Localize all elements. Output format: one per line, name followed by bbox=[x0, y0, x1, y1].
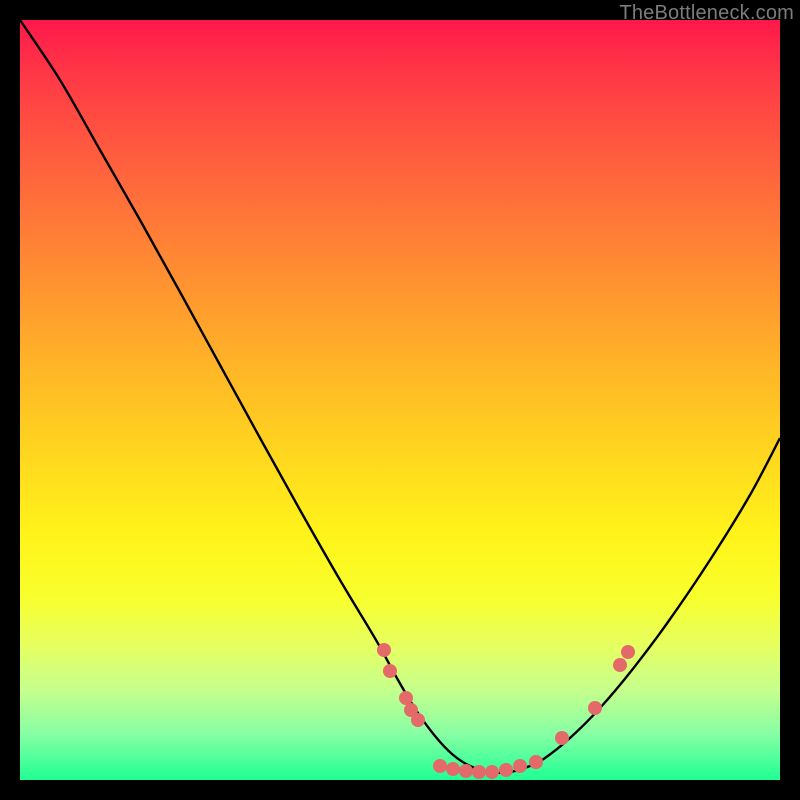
marker-dot bbox=[485, 765, 499, 779]
marker-dot bbox=[377, 643, 391, 657]
marker-dot bbox=[399, 691, 413, 705]
marker-dot bbox=[446, 762, 460, 776]
marker-dot bbox=[588, 701, 602, 715]
marker-dot bbox=[472, 765, 486, 779]
marker-group bbox=[377, 643, 635, 779]
marker-dot bbox=[411, 713, 425, 727]
marker-dot bbox=[459, 764, 473, 778]
plot-area bbox=[20, 20, 780, 780]
marker-dot bbox=[383, 664, 397, 678]
marker-dot bbox=[499, 763, 513, 777]
curve-svg bbox=[20, 20, 780, 780]
marker-dot bbox=[529, 755, 543, 769]
marker-dot bbox=[621, 645, 635, 659]
marker-dot bbox=[555, 731, 569, 745]
outer-frame: TheBottleneck.com bbox=[0, 0, 800, 800]
marker-dot bbox=[513, 759, 527, 773]
watermark-label: TheBottleneck.com bbox=[619, 2, 794, 25]
marker-dot bbox=[433, 759, 447, 773]
marker-dot bbox=[613, 658, 627, 672]
bottleneck-curve bbox=[20, 20, 780, 773]
